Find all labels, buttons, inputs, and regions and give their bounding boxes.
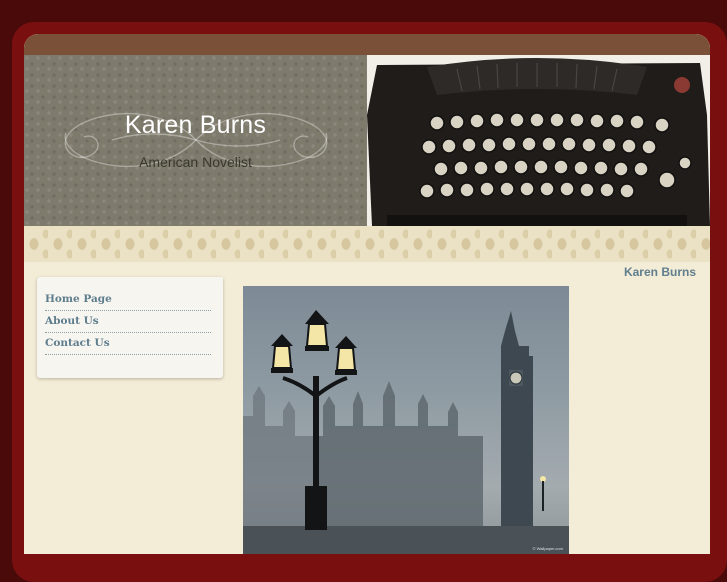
site-subtitle: American Novelist [139, 154, 252, 170]
nav-item-about-us[interactable]: About Us [45, 311, 211, 333]
typewriter-image [367, 55, 710, 226]
top-bar [24, 34, 710, 55]
nav-panel: Home Page About Us Contact Us [37, 277, 223, 378]
nav-item-contact-us[interactable]: Contact Us [45, 333, 211, 355]
page-container: Karen Burns American Novelist Karen Burn… [24, 34, 710, 554]
site-title[interactable]: Karen Burns [24, 111, 367, 140]
photo-credit: © Wallpaper.com [532, 546, 563, 551]
header-banner: Karen Burns American Novelist [24, 55, 367, 226]
nav-list: Home Page About Us Contact Us [37, 277, 223, 355]
swirl-ornament-icon [64, 112, 328, 168]
london-fog-photo: © Wallpaper.com [243, 286, 569, 554]
streetlamp-big-ben-icon [243, 310, 569, 554]
page-heading: Karen Burns [623, 265, 696, 279]
typewriter-icon [367, 55, 710, 226]
nav-item-home[interactable]: Home Page [45, 289, 211, 311]
damask-divider [24, 226, 710, 262]
